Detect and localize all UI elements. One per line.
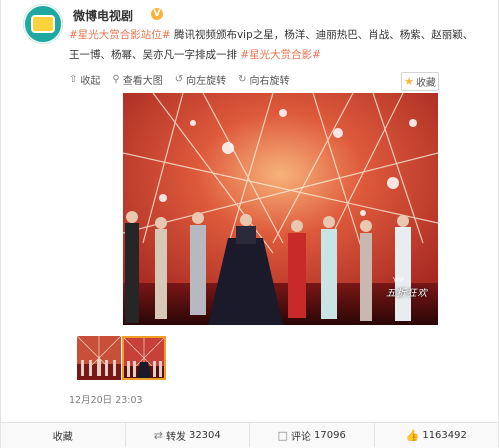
rotate-right-icon: ↻ (238, 73, 247, 85)
collapse-button[interactable]: ⇧ 收起 (69, 72, 100, 87)
star-icon: ★ (404, 75, 414, 88)
thumbnail-2-selected[interactable] (122, 336, 166, 380)
media-toolbar: ⇧ 收起 ⚲ 查看大图 ↺ 向左旋转 ↻ 向右旋转 (69, 70, 290, 88)
thumbnail-1[interactable] (77, 336, 121, 380)
like-button[interactable]: 👍 1163492 (375, 423, 499, 447)
rotate-left-icon: ↺ (174, 73, 184, 85)
action-bar: 收藏 ⇄ 转发 32304 □ 评论 17096 👍 1163492 (1, 422, 498, 448)
comment-button[interactable]: □ 评论 17096 (250, 423, 375, 447)
overlay-promo-text: 五折狂欢 (386, 288, 429, 299)
repost-icon: ⇄ (153, 428, 163, 442)
view-large-button[interactable]: ⚲ 查看大图 (112, 72, 162, 87)
thumbs-up-icon: 👍 (405, 428, 420, 442)
main-photo[interactable]: VIP 五折狂欢 (123, 93, 438, 325)
post-text: #星光大赏合影站位# 腾讯视频颁布vip之星，杨洋、迪丽热巴、肖战、杨紫、赵丽颖… (69, 25, 483, 65)
overlay-vip-text: VIP (393, 276, 405, 284)
collect-image-button[interactable]: ★ 收藏 (401, 72, 439, 91)
zoom-icon: ⚲ (112, 73, 120, 85)
collect-button[interactable]: 收藏 (1, 423, 126, 447)
repost-count: 32304 (188, 429, 221, 441)
topic-tag[interactable]: #星光大赏合影# (240, 49, 321, 61)
avatar[interactable] (23, 4, 63, 44)
rotate-left-button[interactable]: ↺ 向左旋转 (175, 72, 226, 87)
verified-badge-icon: V (151, 8, 163, 20)
comment-count: 17096 (314, 429, 346, 441)
comment-icon: □ (277, 428, 289, 442)
rotate-right-button[interactable]: ↻ 向右旋转 (238, 72, 289, 87)
weibo-card: 微博电视剧 V #星光大赏合影站位# 腾讯视频颁布vip之星，杨洋、迪丽热巴、肖… (0, 0, 499, 448)
post-timestamp[interactable]: 12月20日 23:03 (69, 392, 143, 406)
author-name[interactable]: 微博电视剧 (73, 7, 133, 24)
like-count: 1163492 (422, 429, 467, 441)
topic-tag[interactable]: #星光大赏合影站位# (69, 29, 171, 41)
repost-button[interactable]: ⇄ 转发 32304 (126, 423, 250, 447)
collapse-icon: ⇧ (69, 73, 78, 85)
